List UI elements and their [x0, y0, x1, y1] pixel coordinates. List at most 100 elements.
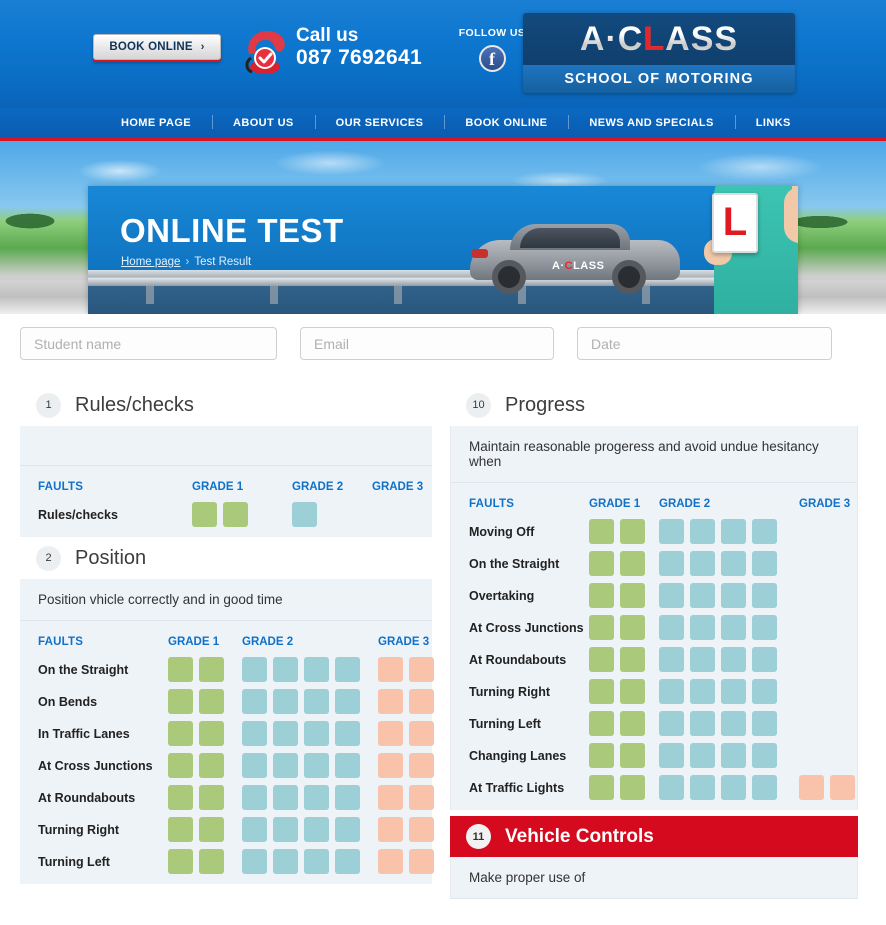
grade-cell-g2[interactable] — [304, 657, 329, 682]
grade-cell-g1[interactable] — [589, 743, 614, 768]
grade-cell-g2[interactable] — [721, 551, 746, 576]
grade-cell-g1[interactable] — [199, 849, 224, 874]
grade-cell-g2[interactable] — [273, 817, 298, 842]
grade-cell-g2[interactable] — [721, 519, 746, 544]
nav-item-book-online[interactable]: BOOK ONLINE — [444, 114, 568, 129]
grade-cell-g2[interactable] — [273, 657, 298, 682]
grade-cell-g1[interactable] — [589, 583, 614, 608]
grade-cell-g2[interactable] — [292, 502, 317, 527]
grade-cell-g2[interactable] — [659, 583, 684, 608]
grade-cell-g1[interactable] — [589, 647, 614, 672]
grade-cell-g2[interactable] — [752, 583, 777, 608]
grade-cell-g1[interactable] — [168, 721, 193, 746]
grade-cell-g2[interactable] — [242, 753, 267, 778]
nav-item-home-page[interactable]: HOME PAGE — [100, 117, 212, 129]
grade-cell-g1[interactable] — [620, 775, 645, 800]
grade-cell-g2[interactable] — [721, 647, 746, 672]
grade-cell-g2[interactable] — [690, 775, 715, 800]
grade-cell-g1[interactable] — [620, 551, 645, 576]
grade-cell-g2[interactable] — [659, 519, 684, 544]
grade-cell-g2[interactable] — [752, 615, 777, 640]
grade-cell-g3[interactable] — [799, 775, 824, 800]
grade-cell-g2[interactable] — [273, 849, 298, 874]
grade-cell-g2[interactable] — [273, 689, 298, 714]
grade-cell-g3[interactable] — [378, 785, 403, 810]
grade-cell-g2[interactable] — [335, 785, 360, 810]
grade-cell-g3[interactable] — [409, 849, 434, 874]
grade-cell-g1[interactable] — [168, 785, 193, 810]
grade-cell-g2[interactable] — [721, 711, 746, 736]
grade-cell-g1[interactable] — [589, 519, 614, 544]
grade-cell-g2[interactable] — [242, 817, 267, 842]
grade-cell-g2[interactable] — [752, 551, 777, 576]
grade-cell-g2[interactable] — [690, 615, 715, 640]
grade-cell-g1[interactable] — [620, 711, 645, 736]
grade-cell-g2[interactable] — [752, 711, 777, 736]
grade-cell-g1[interactable] — [620, 679, 645, 704]
grade-cell-g1[interactable] — [199, 785, 224, 810]
grade-cell-g1[interactable] — [223, 502, 248, 527]
grade-cell-g2[interactable] — [721, 775, 746, 800]
breadcrumb-home-link[interactable]: Home page — [121, 256, 180, 268]
grade-cell-g2[interactable] — [690, 679, 715, 704]
grade-cell-g2[interactable] — [752, 775, 777, 800]
grade-cell-g2[interactable] — [659, 551, 684, 576]
grade-cell-g2[interactable] — [304, 785, 329, 810]
nav-item-about-us[interactable]: ABOUT US — [212, 114, 315, 129]
grade-cell-g3[interactable] — [409, 817, 434, 842]
grade-cell-g2[interactable] — [752, 743, 777, 768]
grade-cell-g2[interactable] — [690, 551, 715, 576]
grade-cell-g3[interactable] — [409, 657, 434, 682]
grade-cell-g2[interactable] — [273, 753, 298, 778]
grade-cell-g2[interactable] — [690, 583, 715, 608]
grade-cell-g2[interactable] — [304, 689, 329, 714]
grade-cell-g1[interactable] — [620, 519, 645, 544]
grade-cell-g3[interactable] — [378, 817, 403, 842]
grade-cell-g1[interactable] — [589, 615, 614, 640]
grade-cell-g1[interactable] — [199, 753, 224, 778]
grade-cell-g1[interactable] — [589, 551, 614, 576]
grade-cell-g2[interactable] — [659, 743, 684, 768]
grade-cell-g1[interactable] — [589, 775, 614, 800]
grade-cell-g2[interactable] — [335, 689, 360, 714]
grade-cell-g3[interactable] — [830, 775, 855, 800]
book-online-button[interactable]: BOOK ONLINE › — [93, 34, 221, 60]
grade-cell-g1[interactable] — [199, 817, 224, 842]
grade-cell-g1[interactable] — [199, 721, 224, 746]
grade-cell-g1[interactable] — [168, 753, 193, 778]
grade-cell-g2[interactable] — [304, 849, 329, 874]
grade-cell-g2[interactable] — [335, 657, 360, 682]
grade-cell-g2[interactable] — [273, 721, 298, 746]
grade-cell-g2[interactable] — [721, 583, 746, 608]
grade-cell-g1[interactable] — [589, 711, 614, 736]
grade-cell-g2[interactable] — [690, 743, 715, 768]
grade-cell-g2[interactable] — [690, 647, 715, 672]
grade-cell-g2[interactable] — [690, 519, 715, 544]
grade-cell-g3[interactable] — [409, 721, 434, 746]
grade-cell-g1[interactable] — [620, 583, 645, 608]
grade-cell-g1[interactable] — [168, 817, 193, 842]
grade-cell-g2[interactable] — [242, 657, 267, 682]
grade-cell-g2[interactable] — [335, 849, 360, 874]
grade-cell-g1[interactable] — [199, 657, 224, 682]
grade-cell-g2[interactable] — [242, 689, 267, 714]
student-name-input[interactable]: Student name — [20, 327, 277, 360]
grade-cell-g1[interactable] — [620, 615, 645, 640]
date-input[interactable]: Date — [577, 327, 832, 360]
grade-cell-g2[interactable] — [752, 679, 777, 704]
grade-cell-g2[interactable] — [659, 679, 684, 704]
grade-cell-g2[interactable] — [335, 721, 360, 746]
grade-cell-g3[interactable] — [409, 785, 434, 810]
nav-item-our-services[interactable]: OUR SERVICES — [314, 114, 445, 129]
grade-cell-g1[interactable] — [620, 743, 645, 768]
grade-cell-g2[interactable] — [752, 519, 777, 544]
grade-cell-g1[interactable] — [589, 679, 614, 704]
grade-cell-g2[interactable] — [242, 785, 267, 810]
grade-cell-g2[interactable] — [304, 817, 329, 842]
grade-cell-g2[interactable] — [242, 849, 267, 874]
grade-cell-g2[interactable] — [659, 711, 684, 736]
grade-cell-g3[interactable] — [378, 849, 403, 874]
site-logo[interactable]: A·CLASS SCHOOL OF MOTORING — [523, 13, 795, 93]
nav-item-news-and-specials[interactable]: NEWS AND SPECIALS — [568, 114, 734, 129]
grade-cell-g1[interactable] — [620, 647, 645, 672]
